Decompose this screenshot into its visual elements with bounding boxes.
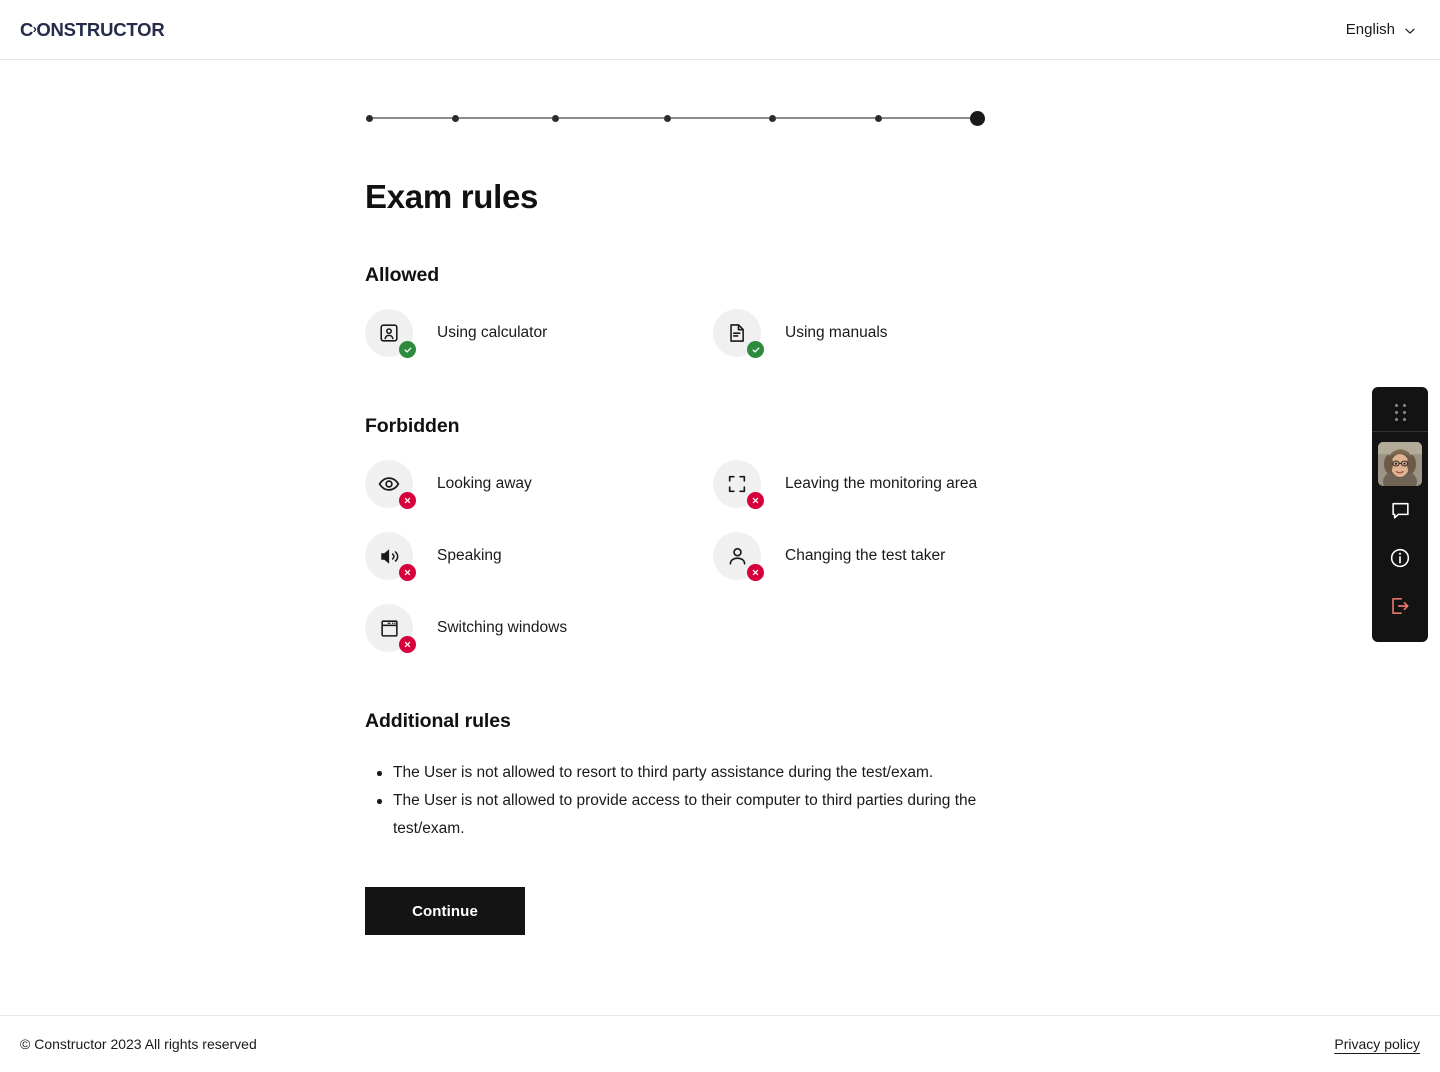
- section-heading-additional-rules: Additional rules: [365, 710, 511, 732]
- step-dot-6[interactable]: [875, 114, 882, 122]
- constructor-logo[interactable]: C › ONSTRUCTOR: [20, 19, 165, 41]
- rule-icon-wrapper: [365, 604, 416, 653]
- list-item: The User is not allowed to resort to thi…: [377, 759, 1033, 787]
- rule-label: Using manuals: [785, 323, 888, 341]
- check-badge-icon: [399, 341, 416, 358]
- language-selector[interactable]: English: [1342, 15, 1420, 44]
- proctoring-panel: [1372, 387, 1428, 642]
- forbidden-rules-grid: Looking away Leaving the monitoring area…: [365, 460, 1055, 653]
- progress-stepper: [365, 100, 1055, 136]
- panel-divider: [1372, 431, 1428, 432]
- privacy-policy-link[interactable]: Privacy policy: [1334, 1036, 1420, 1052]
- step-dot-7-active[interactable]: [970, 110, 985, 126]
- rule-label: Looking away: [437, 474, 532, 492]
- cross-badge-icon: [399, 636, 416, 653]
- rule-icon-wrapper: [365, 460, 416, 509]
- language-label: English: [1345, 21, 1395, 38]
- rule-item-leaving-monitoring-area: Leaving the monitoring area: [713, 460, 1061, 509]
- info-circle-icon: [1389, 547, 1411, 569]
- page-title: Exam rules: [365, 178, 539, 215]
- panel-drag-handle[interactable]: [1372, 393, 1428, 431]
- rule-item-using-calculator: Using calculator: [365, 309, 713, 358]
- step-line-2: [459, 117, 552, 119]
- exit-icon: [1389, 595, 1411, 617]
- rule-icon-wrapper: [365, 532, 416, 581]
- rule-label: Switching windows: [437, 618, 568, 636]
- drag-dots-icon: [1394, 403, 1406, 421]
- step-line-5: [776, 117, 875, 119]
- step-line-6: [882, 117, 970, 119]
- step-dot-1[interactable]: [366, 114, 373, 122]
- chat-bubble-icon: [1390, 500, 1411, 521]
- chevron-down-icon: [1404, 24, 1416, 36]
- rule-label: Using calculator: [437, 323, 548, 341]
- logo-text-b: ONSTRUCTOR: [36, 18, 165, 40]
- step-dot-4[interactable]: [664, 114, 671, 122]
- step-line-1: [373, 117, 452, 119]
- check-badge-icon: [747, 341, 764, 358]
- exit-button[interactable]: [1372, 582, 1428, 630]
- step-line-3: [559, 117, 664, 119]
- list-item: The User is not allowed to provide acces…: [377, 787, 1033, 843]
- rule-item-looking-away: Looking away: [365, 460, 713, 509]
- app-root: C › ONSTRUCTOR English Exam rules Allowe…: [0, 0, 1440, 1072]
- chat-button[interactable]: [1372, 486, 1428, 534]
- step-line-4: [671, 117, 769, 119]
- rule-label: Leaving the monitoring area: [785, 474, 978, 492]
- cross-badge-icon: [399, 492, 416, 509]
- step-dot-5[interactable]: [769, 114, 776, 122]
- continue-button[interactable]: Continue: [365, 887, 525, 935]
- rule-item-switching-windows: Switching windows: [365, 604, 713, 653]
- rule-icon-wrapper: [713, 532, 764, 581]
- cross-badge-icon: [747, 492, 764, 509]
- main-area: Exam rules Allowed Using calculator Usin…: [0, 60, 1440, 1015]
- rule-icon-wrapper: [713, 309, 764, 358]
- cross-badge-icon: [399, 564, 416, 581]
- info-button[interactable]: [1372, 534, 1428, 582]
- rule-icon-wrapper: [365, 309, 416, 358]
- app-header: C › ONSTRUCTOR English: [0, 0, 1440, 60]
- allowed-rules-grid: Using calculator Using manuals: [365, 309, 1055, 358]
- section-heading-forbidden: Forbidden: [365, 415, 460, 437]
- app-footer: © Constructor 2023 All rights reserved P…: [0, 1015, 1440, 1072]
- step-dot-2[interactable]: [452, 114, 459, 122]
- cross-badge-icon: [747, 564, 764, 581]
- logo-text-a: C: [20, 18, 34, 40]
- rule-label: Changing the test taker: [785, 546, 946, 564]
- rule-label: Speaking: [437, 546, 502, 564]
- content-column: Exam rules Allowed Using calculator Usin…: [365, 60, 1055, 935]
- rule-item-using-manuals: Using manuals: [713, 309, 1061, 358]
- rule-item-changing-test-taker: Changing the test taker: [713, 532, 1061, 581]
- step-dot-3[interactable]: [552, 114, 559, 122]
- rule-icon-wrapper: [713, 460, 764, 509]
- additional-rules-list: The User is not allowed to resort to thi…: [365, 759, 1055, 843]
- rule-item-speaking: Speaking: [365, 532, 713, 581]
- webcam-thumbnail[interactable]: [1378, 442, 1422, 486]
- copyright-text: © Constructor 2023 All rights reserved: [20, 1036, 257, 1052]
- logo-chevron-icon: ›: [32, 21, 37, 36]
- section-heading-allowed: Allowed: [365, 264, 440, 286]
